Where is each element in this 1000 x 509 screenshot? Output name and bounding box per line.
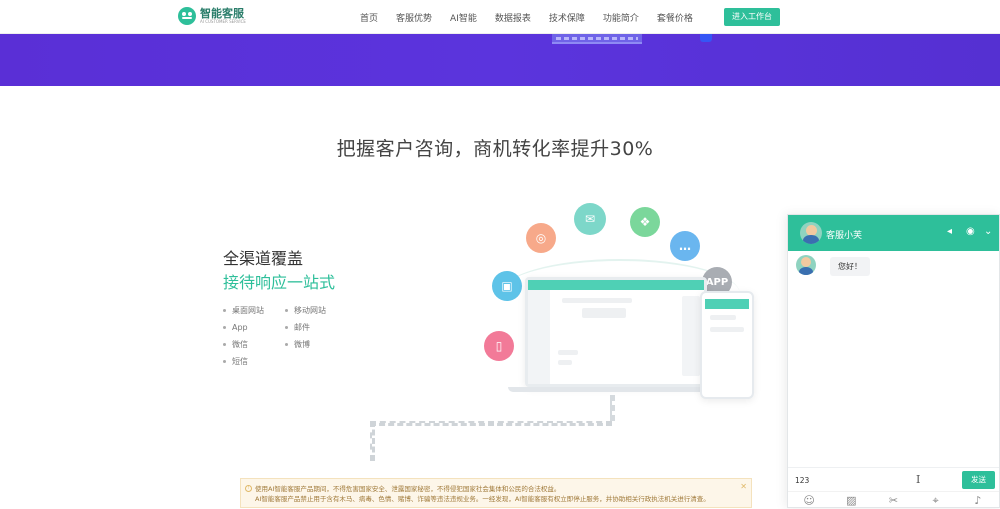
chat-toolbar: ☺ ▨ ✂ ⌖ ♪ bbox=[788, 491, 999, 509]
chat-bubble-icon: … bbox=[670, 231, 700, 261]
laptop-base bbox=[508, 387, 724, 392]
mouse-illustration bbox=[700, 34, 712, 42]
channel-list: 桌面网站 移动网站 App 邮件 微信 微博 短信 bbox=[223, 305, 343, 367]
image-icon[interactable]: ▨ bbox=[844, 494, 858, 508]
chat-message: 您好！ bbox=[830, 257, 870, 276]
info-icon: ! bbox=[245, 485, 252, 492]
wechat-icon: ❖ bbox=[630, 207, 660, 237]
email-icon: ✉ bbox=[574, 203, 606, 235]
nav-link-features[interactable]: 功能简介 bbox=[603, 11, 639, 24]
screenshot-icon[interactable]: ✂ bbox=[886, 494, 900, 508]
notice-line: AI智能客服产品禁止用于含有木马、病毒、色情、赌博、诈骗等违法违规业务。一经发现… bbox=[255, 495, 710, 503]
agent-avatar bbox=[796, 255, 816, 275]
logo-subtitle: AI CUSTOMER SERVICE bbox=[200, 19, 246, 24]
mobile-icon: ▯ bbox=[484, 331, 514, 361]
chat-header: 客服小芙 ◂ ◉ ⌄ bbox=[788, 215, 999, 251]
nav-link-reports[interactable]: 数据报表 bbox=[495, 11, 531, 24]
enter-workbench-button[interactable]: 进入工作台 bbox=[724, 8, 780, 26]
weibo-icon: ◎ bbox=[526, 223, 556, 253]
text-cursor-icon: I bbox=[916, 473, 921, 486]
agent-name: 客服小芙 bbox=[826, 231, 863, 241]
channel-item: 移动网站 bbox=[285, 305, 347, 316]
nav-link-advantages[interactable]: 客服优势 bbox=[396, 11, 432, 24]
connector-line bbox=[370, 421, 612, 426]
desktop-icon: ▣ bbox=[492, 271, 522, 301]
nav-link-home[interactable]: 首页 bbox=[360, 11, 378, 24]
keyboard-illustration bbox=[552, 34, 642, 44]
logo-icon bbox=[178, 7, 196, 25]
logo-title: 智能客服 bbox=[200, 7, 244, 20]
microphone-icon[interactable]: ♪ bbox=[971, 494, 985, 508]
compliance-notice: ! 使用AI智能客服产品期间，不得危害国家安全、泄露国家秘密，不得侵犯国家社会集… bbox=[240, 478, 752, 508]
laptop-mockup bbox=[525, 277, 707, 387]
channel-item: 桌面网站 bbox=[223, 305, 285, 316]
feature-title: 全渠道覆盖 bbox=[223, 249, 304, 268]
notice-line: 使用AI智能客服产品期间，不得危害国家安全、泄露国家秘密，不得侵犯国家社会集体和… bbox=[255, 485, 561, 493]
send-button[interactable]: 发送 bbox=[962, 471, 995, 489]
connector-line bbox=[610, 395, 615, 421]
logo[interactable]: 智能客服 AI CUSTOMER SERVICE bbox=[178, 7, 246, 25]
section-headline: 把握客户咨询，商机转化率提升30% bbox=[336, 138, 654, 160]
feature-subtitle: 接待响应一站式 bbox=[223, 273, 336, 292]
channel-item: 微信 bbox=[223, 339, 285, 350]
top-navbar: 智能客服 AI CUSTOMER SERVICE 首页 客服优势 AI智能 数据… bbox=[0, 0, 1000, 34]
connector-line bbox=[370, 421, 375, 461]
chevron-down-icon[interactable]: ⌄ bbox=[984, 226, 992, 238]
nav-link-tech[interactable]: 技术保障 bbox=[549, 11, 585, 24]
location-icon[interactable]: ⌖ bbox=[929, 494, 943, 508]
channels-illustration: ◎ ✉ ❖ … APP ▣ ▯ bbox=[370, 195, 770, 461]
channel-item: 邮件 bbox=[285, 322, 347, 333]
chat-input[interactable]: 123 I 发送 bbox=[788, 467, 999, 491]
close-icon[interactable]: ✕ bbox=[740, 482, 747, 492]
channel-item: 微博 bbox=[285, 339, 347, 350]
emoji-icon[interactable]: ☺ bbox=[802, 494, 816, 508]
nav-link-pricing[interactable]: 套餐价格 bbox=[657, 11, 693, 24]
hero-banner bbox=[0, 34, 1000, 86]
nav-link-ai[interactable]: AI智能 bbox=[450, 11, 477, 24]
channel-item: App bbox=[223, 322, 285, 333]
chat-widget: 客服小芙 ◂ ◉ ⌄ 您好！ 123 I 发送 ☺ ▨ ✂ ⌖ ♪ bbox=[787, 214, 1000, 508]
chat-input-value[interactable]: 123 bbox=[795, 476, 809, 485]
nav-links: 首页 客服优势 AI智能 数据报表 技术保障 功能简介 套餐价格 bbox=[360, 11, 711, 24]
sound-icon[interactable]: ◂ bbox=[947, 226, 952, 238]
phone-mockup bbox=[700, 291, 754, 399]
globe-icon[interactable]: ◉ bbox=[966, 226, 975, 238]
agent-avatar bbox=[800, 222, 822, 244]
channel-item: 短信 bbox=[223, 356, 285, 367]
